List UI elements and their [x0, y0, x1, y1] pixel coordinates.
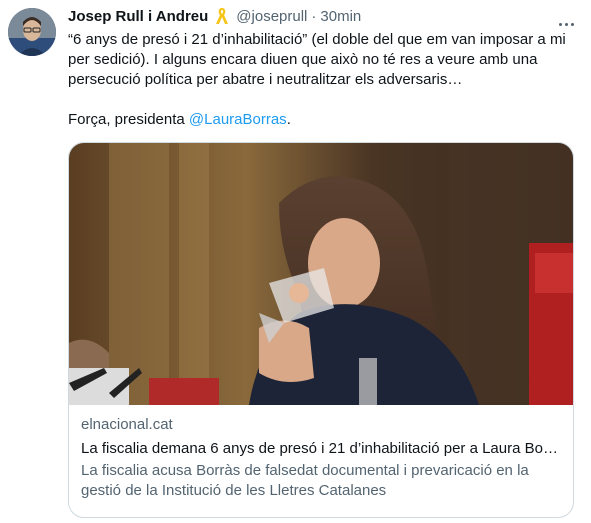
- mention-link[interactable]: @LauraBorras: [189, 111, 287, 128]
- tweet-text-paragraph-2: Força, presidenta @LauraBorras.: [68, 110, 574, 130]
- author-handle[interactable]: @joseprull: [236, 8, 307, 25]
- more-options-icon[interactable]: [554, 14, 578, 34]
- tweet-text-suffix: .: [286, 111, 291, 128]
- tweet[interactable]: Josep Rull i Andreu @joseprull · 30min “…: [0, 0, 591, 523]
- card-domain[interactable]: elnacional.cat: [81, 415, 561, 435]
- card-title[interactable]: La fiscalia demana 6 anys de presó i 21 …: [81, 439, 561, 459]
- card-description[interactable]: La fiscalia acusa Borràs de falsedat doc…: [81, 461, 561, 501]
- author-name[interactable]: Josep Rull i Andreu: [68, 8, 208, 25]
- tweet-text-paragraph-1: “6 anys de presó i 21 d’inhabilitació” (…: [68, 31, 566, 88]
- tweet-text: “6 anys de presó i 21 d’inhabilitació” (…: [68, 30, 574, 130]
- timestamp[interactable]: 30min: [320, 8, 361, 25]
- yellow-ribbon-icon: [214, 7, 230, 25]
- card-image[interactable]: [69, 143, 573, 405]
- avatar[interactable]: [8, 8, 56, 56]
- link-card[interactable]: elnacional.cat La fiscalia demana 6 anys…: [68, 142, 574, 518]
- separator-dot: ·: [311, 7, 317, 25]
- tweet-text-prefix: Força, presidenta: [68, 111, 189, 128]
- tweet-header: Josep Rull i Andreu @joseprull · 30min: [68, 6, 574, 26]
